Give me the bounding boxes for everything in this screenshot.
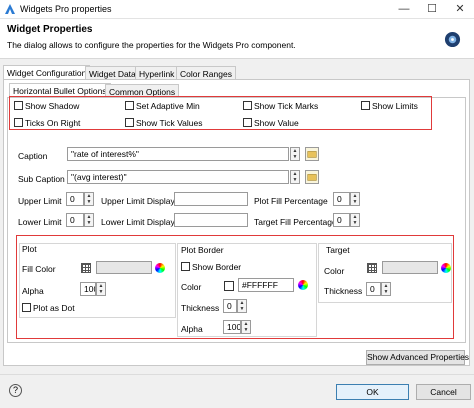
plot-border-group-title: Plot Border [181, 245, 224, 255]
close-button[interactable]: ✕ [446, 0, 474, 19]
tab-widget-data[interactable]: Widget Data [85, 66, 140, 80]
plot-fill-percentage-input[interactable]: 0 [333, 192, 350, 206]
upper-limit-input[interactable]: 0 [66, 192, 84, 206]
target-grid-icon[interactable] [367, 263, 377, 273]
folder-icon [307, 151, 317, 158]
target-thickness-label: Thickness [324, 286, 363, 296]
plot-alpha-label: Alpha [22, 286, 44, 296]
tab-color-ranges[interactable]: Color Ranges [176, 66, 236, 80]
minimize-icon: — [398, 3, 410, 15]
footer-divider [0, 374, 474, 375]
folder-icon [307, 174, 317, 181]
plot-fill-color-swatch[interactable] [96, 261, 152, 274]
show-limits-label: Show Limits [372, 101, 418, 111]
subcaption-browse-button[interactable] [305, 170, 319, 184]
ticks-on-right-label: Ticks On Right [25, 118, 81, 128]
show-border-label: Show Border [192, 262, 242, 272]
lower-limit-display-input[interactable] [174, 213, 248, 227]
subcaption-spinner[interactable]: ▲ ▼ [290, 170, 300, 184]
show-tick-marks-label: Show Tick Marks [254, 101, 319, 111]
tab-hyperlink[interactable]: Hyperlink [135, 66, 179, 80]
dialog-header: Widget Properties The dialog allows to c… [0, 19, 474, 59]
target-thickness-spinner[interactable]: ▲ ▼ [381, 282, 391, 296]
border-alpha-label: Alpha [181, 324, 203, 334]
border-thickness-spinner[interactable]: ▲ ▼ [237, 299, 247, 313]
target-fill-percentage-input[interactable]: 0 [333, 213, 350, 227]
show-tick-values-label: Show Tick Values [136, 118, 203, 128]
ok-button[interactable]: OK [336, 384, 409, 400]
color-wheel-icon[interactable] [155, 263, 165, 273]
app-icon [5, 4, 15, 14]
plot-alpha-spinner[interactable]: ▲ ▼ [96, 282, 106, 296]
show-value-checkbox[interactable] [243, 118, 252, 127]
plot-fill-percentage-label: Plot Fill Percentage [254, 196, 328, 206]
caption-spinner[interactable]: ▲ ▼ [290, 147, 300, 161]
caption-label: Caption [18, 151, 48, 161]
border-color-wheel-icon[interactable] [298, 280, 308, 290]
target-color-swatch[interactable] [382, 261, 438, 274]
show-tick-marks-checkbox[interactable] [243, 101, 252, 110]
plot-as-dot-checkbox[interactable] [22, 303, 31, 312]
lower-limit-input[interactable]: 0 [66, 213, 84, 227]
border-thickness-input[interactable]: 0 [223, 299, 237, 313]
border-color-swatch[interactable] [224, 281, 234, 291]
plot-fill-percentage-spinner[interactable]: ▲ ▼ [350, 192, 360, 206]
window-title: Widgets Pro properties [20, 4, 112, 14]
plot-group-title: Plot [22, 244, 37, 254]
border-color-input[interactable]: #FFFFFF [238, 278, 294, 292]
title-bar: Widgets Pro properties — ☐ ✕ [0, 0, 474, 19]
show-limits-checkbox[interactable] [361, 101, 370, 110]
help-button[interactable]: ? [9, 384, 22, 397]
upper-limit-label: Upper Limit [18, 196, 62, 206]
tab-widget-configuration[interactable]: Widget Configuration [3, 65, 91, 80]
target-thickness-input[interactable]: 0 [366, 282, 381, 296]
cancel-button[interactable]: Cancel [416, 384, 471, 400]
show-tick-values-checkbox[interactable] [125, 118, 134, 127]
target-group-title: Target [326, 245, 350, 255]
show-value-label: Show Value [254, 118, 299, 128]
plot-fill-color-label: Fill Color [22, 264, 56, 274]
fill-color-grid-icon[interactable] [81, 263, 91, 273]
caption-browse-button[interactable] [305, 147, 319, 161]
subcaption-input[interactable]: "(avg interest)" [67, 170, 289, 184]
set-adaptive-min-label: Set Adaptive Min [136, 101, 200, 111]
border-alpha-input[interactable]: 100 [223, 320, 241, 334]
lower-limit-display-label: Lower Limit Display [101, 217, 175, 227]
show-shadow-checkbox[interactable] [14, 101, 23, 110]
set-adaptive-min-checkbox[interactable] [125, 101, 134, 110]
lower-limit-spinner[interactable]: ▲ ▼ [84, 213, 94, 227]
upper-limit-display-input[interactable] [174, 192, 248, 206]
maximize-icon: ☐ [427, 3, 437, 15]
ticks-on-right-checkbox[interactable] [14, 118, 23, 127]
widgets-logo-icon [444, 31, 461, 48]
upper-limit-spinner[interactable]: ▲ ▼ [84, 192, 94, 206]
plot-alpha-input[interactable]: 100 [80, 282, 96, 296]
minimize-button[interactable]: — [390, 0, 418, 19]
border-thickness-label: Thickness [181, 303, 220, 313]
target-fill-percentage-label: Target Fill Percentage [254, 217, 337, 227]
help-icon: ? [12, 385, 18, 395]
show-advanced-properties-button[interactable]: Show Advanced Properties [366, 350, 469, 365]
show-shadow-label: Show Shadow [25, 101, 80, 111]
target-color-wheel-icon[interactable] [441, 263, 451, 273]
upper-limit-display-label: Upper Limit Display [101, 196, 175, 206]
plot-as-dot-label: Plot as Dot [33, 303, 75, 313]
lower-limit-label: Lower Limit [18, 217, 62, 227]
border-alpha-spinner[interactable]: ▲ ▼ [241, 320, 251, 334]
caption-input[interactable]: "rate of interest%" [67, 147, 289, 161]
border-color-label: Color [181, 282, 202, 292]
header-description: The dialog allows to configure the prope… [7, 40, 296, 50]
show-border-checkbox[interactable] [181, 262, 190, 271]
target-fill-percentage-spinner[interactable]: ▲ ▼ [350, 213, 360, 227]
close-icon: ✕ [455, 3, 465, 15]
subcaption-label: Sub Caption [18, 174, 65, 184]
maximize-button[interactable]: ☐ [418, 0, 446, 19]
header-title: Widget Properties [7, 24, 93, 35]
target-color-label: Color [324, 266, 345, 276]
